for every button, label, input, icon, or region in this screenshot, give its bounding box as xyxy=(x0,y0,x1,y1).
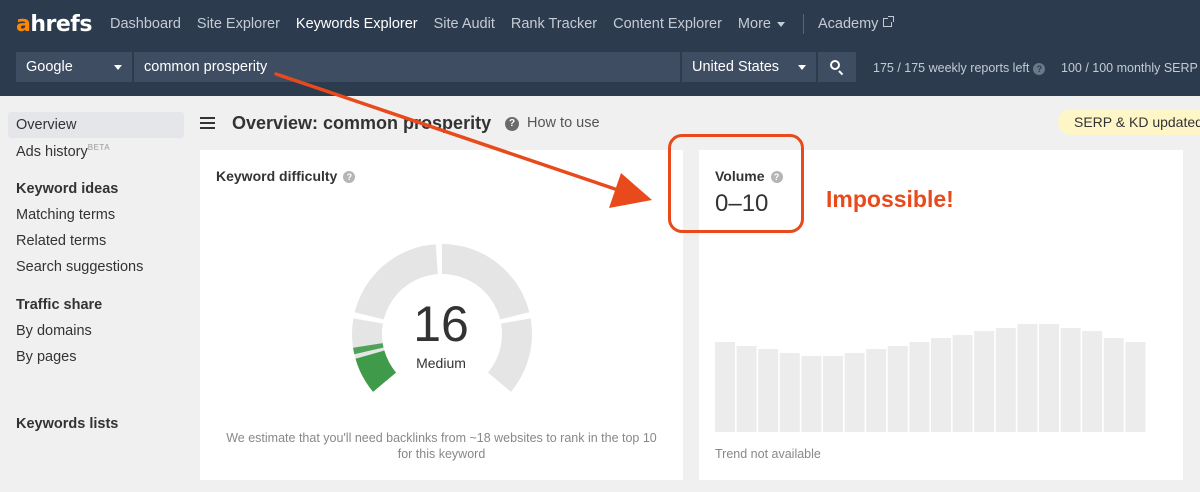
annotation-arrow xyxy=(274,72,652,208)
arrow-shaft xyxy=(274,72,620,192)
arrow-head xyxy=(609,173,652,208)
